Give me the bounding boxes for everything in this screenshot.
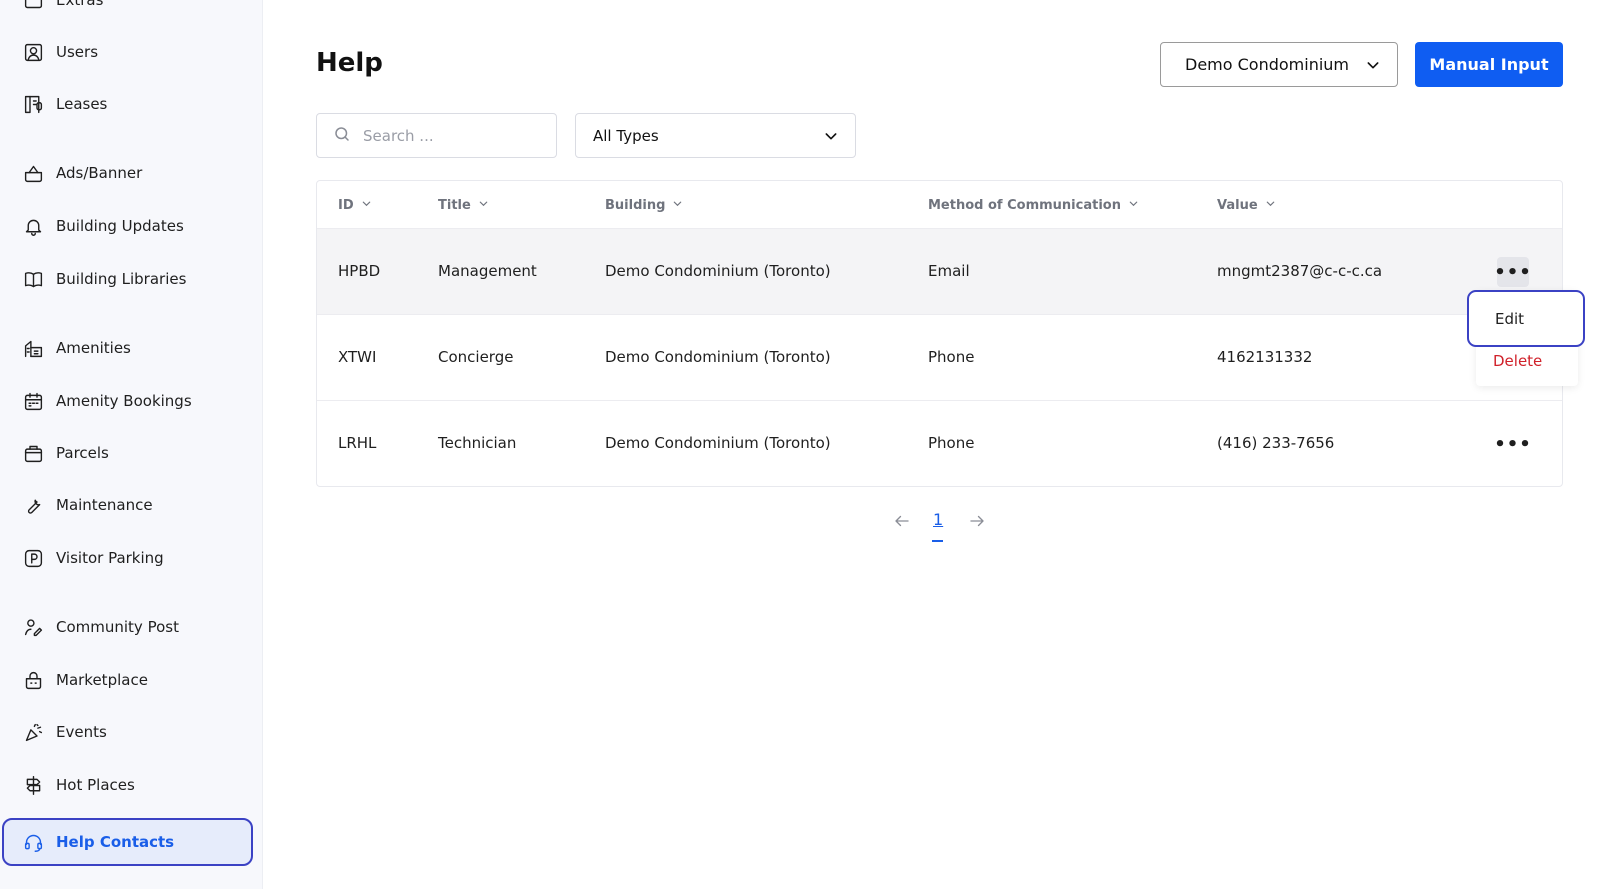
sidebar-item-label: Marketplace — [56, 671, 148, 689]
sidebar-item-ads-banner[interactable]: Ads/Banner — [0, 151, 255, 195]
lease-icon — [22, 93, 44, 115]
arrow-left-icon[interactable] — [893, 512, 911, 534]
sidebar-item-extras[interactable]: Extras — [0, 0, 255, 22]
cell-value: mngmt2387@c-c-c.ca — [1217, 262, 1383, 280]
parking-icon — [22, 547, 44, 569]
sidebar-item-building-libraries[interactable]: Building Libraries — [0, 257, 255, 301]
sidebar-item-leases[interactable]: Leases — [0, 82, 255, 126]
sidebar-item-users[interactable]: Users — [0, 30, 255, 74]
delete-menu-item[interactable]: Delete — [1493, 352, 1542, 370]
search-icon — [333, 125, 351, 147]
sidebar-item-label: Amenities — [56, 339, 131, 357]
row-actions-menu: Edit Delete — [1467, 290, 1585, 386]
book-icon — [22, 268, 44, 290]
sidebar-item-label: Building Libraries — [56, 270, 187, 288]
type-select-value: All Types — [593, 126, 659, 145]
parcel-icon — [22, 442, 44, 464]
sidebar-item-label: Visitor Parking — [56, 549, 164, 567]
edit-menu-item[interactable]: Edit — [1467, 290, 1585, 347]
page-title: Help — [316, 48, 383, 78]
sidebar-item-community-post[interactable]: Community Post — [0, 605, 255, 649]
party-icon — [22, 721, 44, 743]
cell-id: LRHL — [338, 434, 377, 452]
type-select[interactable]: All Types — [575, 113, 856, 158]
building-select[interactable]: Demo Condominium — [1160, 42, 1398, 87]
column-header-title[interactable]: Title — [438, 198, 489, 213]
sidebar-item-label: Amenity Bookings — [56, 392, 192, 410]
sidebar-item-label: Events — [56, 723, 107, 741]
column-header-value[interactable]: Value — [1217, 198, 1276, 213]
more-actions-button[interactable]: ••• — [1494, 257, 1531, 287]
cell-title: Management — [438, 262, 537, 280]
marketplace-icon — [22, 669, 44, 691]
manual-input-button[interactable]: Manual Input — [1415, 42, 1563, 87]
column-header-id[interactable]: ID — [338, 198, 372, 213]
cell-id: XTWI — [338, 348, 377, 366]
sidebar-item-hot-places[interactable]: Hot Places — [0, 763, 255, 807]
cell-title: Technician — [438, 434, 517, 452]
more-actions-button[interactable]: ••• — [1494, 429, 1531, 459]
cell-method: Email — [928, 262, 970, 280]
headset-icon — [22, 831, 44, 853]
search-input[interactable] — [363, 126, 533, 145]
help-contacts-table: ID Title Building Method of Communicatio… — [316, 180, 1563, 487]
sort-chevron-icon — [478, 198, 489, 213]
sidebar-item-amenities[interactable]: Amenities — [0, 326, 255, 370]
cell-building: Demo Condominium (Toronto) — [605, 262, 831, 280]
chevron-down-icon — [823, 128, 839, 148]
building-icon — [22, 337, 44, 359]
cell-value: (416) 233-7656 — [1217, 434, 1335, 452]
basket-icon — [22, 162, 44, 184]
sidebar-item-amenity-bookings[interactable]: Amenity Bookings — [0, 379, 255, 423]
sidebar-item-visitor-parking[interactable]: Visitor Parking — [0, 536, 255, 580]
column-header-method[interactable]: Method of Communication — [928, 198, 1139, 213]
user-icon — [22, 41, 44, 63]
sidebar: Extras Users Leases Ads/Banner Building … — [0, 0, 263, 889]
sidebar-item-maintenance[interactable]: Maintenance — [0, 483, 255, 527]
sidebar-item-label: Hot Places — [56, 776, 135, 794]
sidebar-item-label: Help Contacts — [56, 833, 175, 851]
community-icon — [22, 616, 44, 638]
sidebar-item-label: Users — [56, 43, 99, 61]
sidebar-item-parcels[interactable]: Parcels — [0, 431, 255, 475]
sidebar-item-events[interactable]: Events — [0, 710, 255, 754]
sidebar-item-help-contacts[interactable]: Help Contacts — [2, 818, 253, 866]
bell-icon — [22, 215, 44, 237]
chevron-down-icon — [1365, 57, 1381, 77]
cell-id: HPBD — [338, 262, 381, 280]
cell-method: Phone — [928, 348, 975, 366]
cell-building: Demo Condominium (Toronto) — [605, 348, 831, 366]
sidebar-item-marketplace[interactable]: Marketplace — [0, 658, 255, 702]
sidebar-item-label: Community Post — [56, 618, 179, 636]
search-box — [316, 113, 557, 158]
table-row[interactable]: XTWI Concierge Demo Condominium (Toronto… — [317, 314, 1562, 400]
sidebar-item-label: Parcels — [56, 444, 109, 462]
sidebar-item-label: Building Updates — [56, 217, 184, 235]
calendar-icon — [22, 390, 44, 412]
current-page-indicator — [932, 540, 943, 542]
sidebar-item-building-updates[interactable]: Building Updates — [0, 204, 255, 248]
column-header-building[interactable]: Building — [605, 198, 683, 213]
sidebar-item-label: Maintenance — [56, 496, 153, 514]
building-select-value: Demo Condominium — [1185, 55, 1350, 74]
cell-value: 4162131332 — [1217, 348, 1313, 366]
sort-chevron-icon — [1265, 198, 1276, 213]
signpost-icon — [22, 774, 44, 796]
sort-chevron-icon — [672, 198, 683, 213]
sidebar-item-label: Extras — [56, 0, 104, 9]
cell-title: Concierge — [438, 348, 514, 366]
page-number[interactable]: 1 — [933, 510, 943, 529]
cell-building: Demo Condominium (Toronto) — [605, 434, 831, 452]
wrench-icon — [22, 494, 44, 516]
extras-icon — [22, 0, 44, 11]
sidebar-item-label: Leases — [56, 95, 108, 113]
sort-chevron-icon — [1128, 198, 1139, 213]
table-row[interactable]: HPBD Management Demo Condominium (Toront… — [317, 228, 1562, 314]
table-row[interactable]: LRHL Technician Demo Condominium (Toront… — [317, 400, 1562, 486]
arrow-right-icon[interactable] — [968, 512, 986, 534]
cell-method: Phone — [928, 434, 975, 452]
sort-chevron-icon — [361, 198, 372, 213]
sidebar-item-label: Ads/Banner — [56, 164, 143, 182]
